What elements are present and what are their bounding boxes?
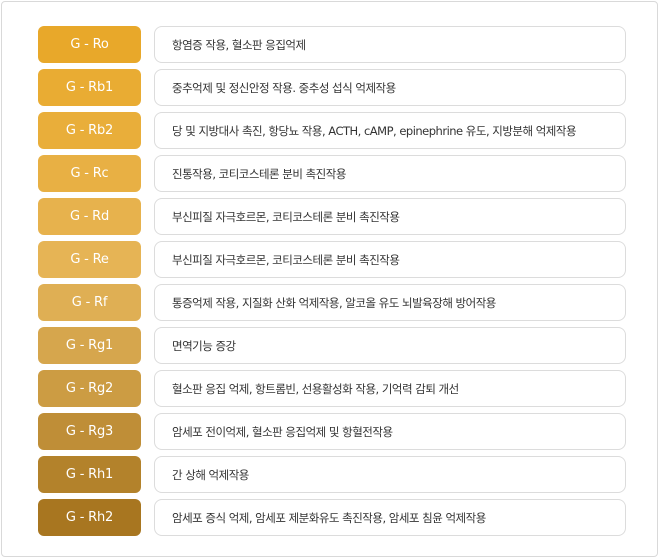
ginsenoside-tag: G - Rb2 xyxy=(38,112,141,149)
ginsenoside-tag: G - Ro xyxy=(38,26,141,63)
ginsenoside-tag: G - Rd xyxy=(38,198,141,235)
ginsenoside-description: 혈소판 응집 억제, 항트롬빈, 선용활성화 작용, 기억력 감퇴 개선 xyxy=(154,370,626,407)
ginsenoside-tag: G - Rf xyxy=(38,284,141,321)
ginsenoside-row: G - Rh2 암세포 증식 억제, 암세포 제분화유도 촉진작용, 암세포 침… xyxy=(38,499,626,537)
ginsenoside-row: G - Rb2 당 및 지방대사 촉진, 항당뇨 작용, ACTH, cAMP,… xyxy=(38,112,626,150)
ginsenoside-description: 당 및 지방대사 촉진, 항당뇨 작용, ACTH, cAMP, epineph… xyxy=(154,112,626,149)
ginsenoside-row: G - Rb1 중추억제 및 정신안정 작용. 중추성 섭식 억제작용 xyxy=(38,69,626,107)
ginsenoside-row: G - Rh1 간 상해 억제작용 xyxy=(38,456,626,494)
ginsenoside-description: 간 상해 억제작용 xyxy=(154,456,626,493)
ginsenoside-tag: G - Rb1 xyxy=(38,69,141,106)
ginsenoside-description: 부신피질 자극호르몬, 코티코스테론 분비 촉진작용 xyxy=(154,198,626,235)
ginsenoside-row: G - Rg1 면역기능 증강 xyxy=(38,327,626,365)
ginsenoside-description: 통증억제 작용, 지질화 산화 억제작용, 알코올 유도 뇌발육장해 방어작용 xyxy=(154,284,626,321)
ginsenoside-description: 암세포 전이억제, 혈소판 응집억제 및 항혈전작용 xyxy=(154,413,626,450)
ginsenoside-description: 암세포 증식 억제, 암세포 제분화유도 촉진작용, 암세포 침윤 억제작용 xyxy=(154,499,626,536)
ginsenoside-tag: G - Re xyxy=(38,241,141,278)
ginsenoside-list: G - Ro 항염증 작용, 혈소판 응집억제 G - Rb1 중추억제 및 정… xyxy=(38,26,626,542)
ginsenoside-description: 면역기능 증강 xyxy=(154,327,626,364)
ginsenoside-tag: G - Rh2 xyxy=(38,499,141,536)
ginsenoside-description: 항염증 작용, 혈소판 응집억제 xyxy=(154,26,626,63)
ginsenoside-row: G - Rd 부신피질 자극호르몬, 코티코스테론 분비 촉진작용 xyxy=(38,198,626,236)
ginsenoside-row: G - Rf 통증억제 작용, 지질화 산화 억제작용, 알코올 유도 뇌발육장… xyxy=(38,284,626,322)
ginsenoside-tag: G - Rg1 xyxy=(38,327,141,364)
ginsenoside-table-frame: G - Ro 항염증 작용, 혈소판 응집억제 G - Rb1 중추억제 및 정… xyxy=(1,1,658,557)
ginsenoside-row: G - Rc 진통작용, 코티코스테론 분비 촉진작용 xyxy=(38,155,626,193)
ginsenoside-description: 진통작용, 코티코스테론 분비 촉진작용 xyxy=(154,155,626,192)
ginsenoside-tag: G - Rg2 xyxy=(38,370,141,407)
ginsenoside-description: 부신피질 자극호르몬, 코티코스테론 분비 촉진작용 xyxy=(154,241,626,278)
ginsenoside-row: G - Re 부신피질 자극호르몬, 코티코스테론 분비 촉진작용 xyxy=(38,241,626,279)
ginsenoside-tag: G - Rg3 xyxy=(38,413,141,450)
ginsenoside-tag: G - Rc xyxy=(38,155,141,192)
ginsenoside-description: 중추억제 및 정신안정 작용. 중추성 섭식 억제작용 xyxy=(154,69,626,106)
ginsenoside-row: G - Rg2 혈소판 응집 억제, 항트롬빈, 선용활성화 작용, 기억력 감… xyxy=(38,370,626,408)
ginsenoside-row: G - Rg3 암세포 전이억제, 혈소판 응집억제 및 항혈전작용 xyxy=(38,413,626,451)
ginsenoside-row: G - Ro 항염증 작용, 혈소판 응집억제 xyxy=(38,26,626,64)
ginsenoside-tag: G - Rh1 xyxy=(38,456,141,493)
